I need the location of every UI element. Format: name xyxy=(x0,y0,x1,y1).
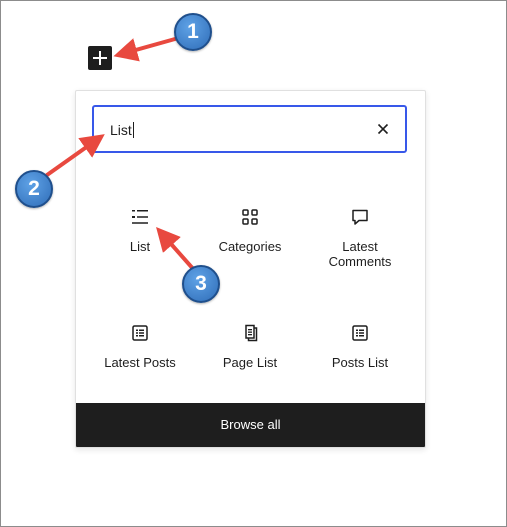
callout-arrow-3 xyxy=(156,227,197,273)
callout-arrow-1 xyxy=(113,37,177,62)
callout-badge-3: 3 xyxy=(182,265,220,303)
callout-arrow-2 xyxy=(45,134,105,177)
callout-badge-2: 2 xyxy=(15,170,53,208)
annotation-arrows xyxy=(45,37,197,273)
callout-badge-1: 1 xyxy=(174,13,212,51)
screenshot-frame: List List Categories Latest Comments Lat… xyxy=(0,0,507,527)
